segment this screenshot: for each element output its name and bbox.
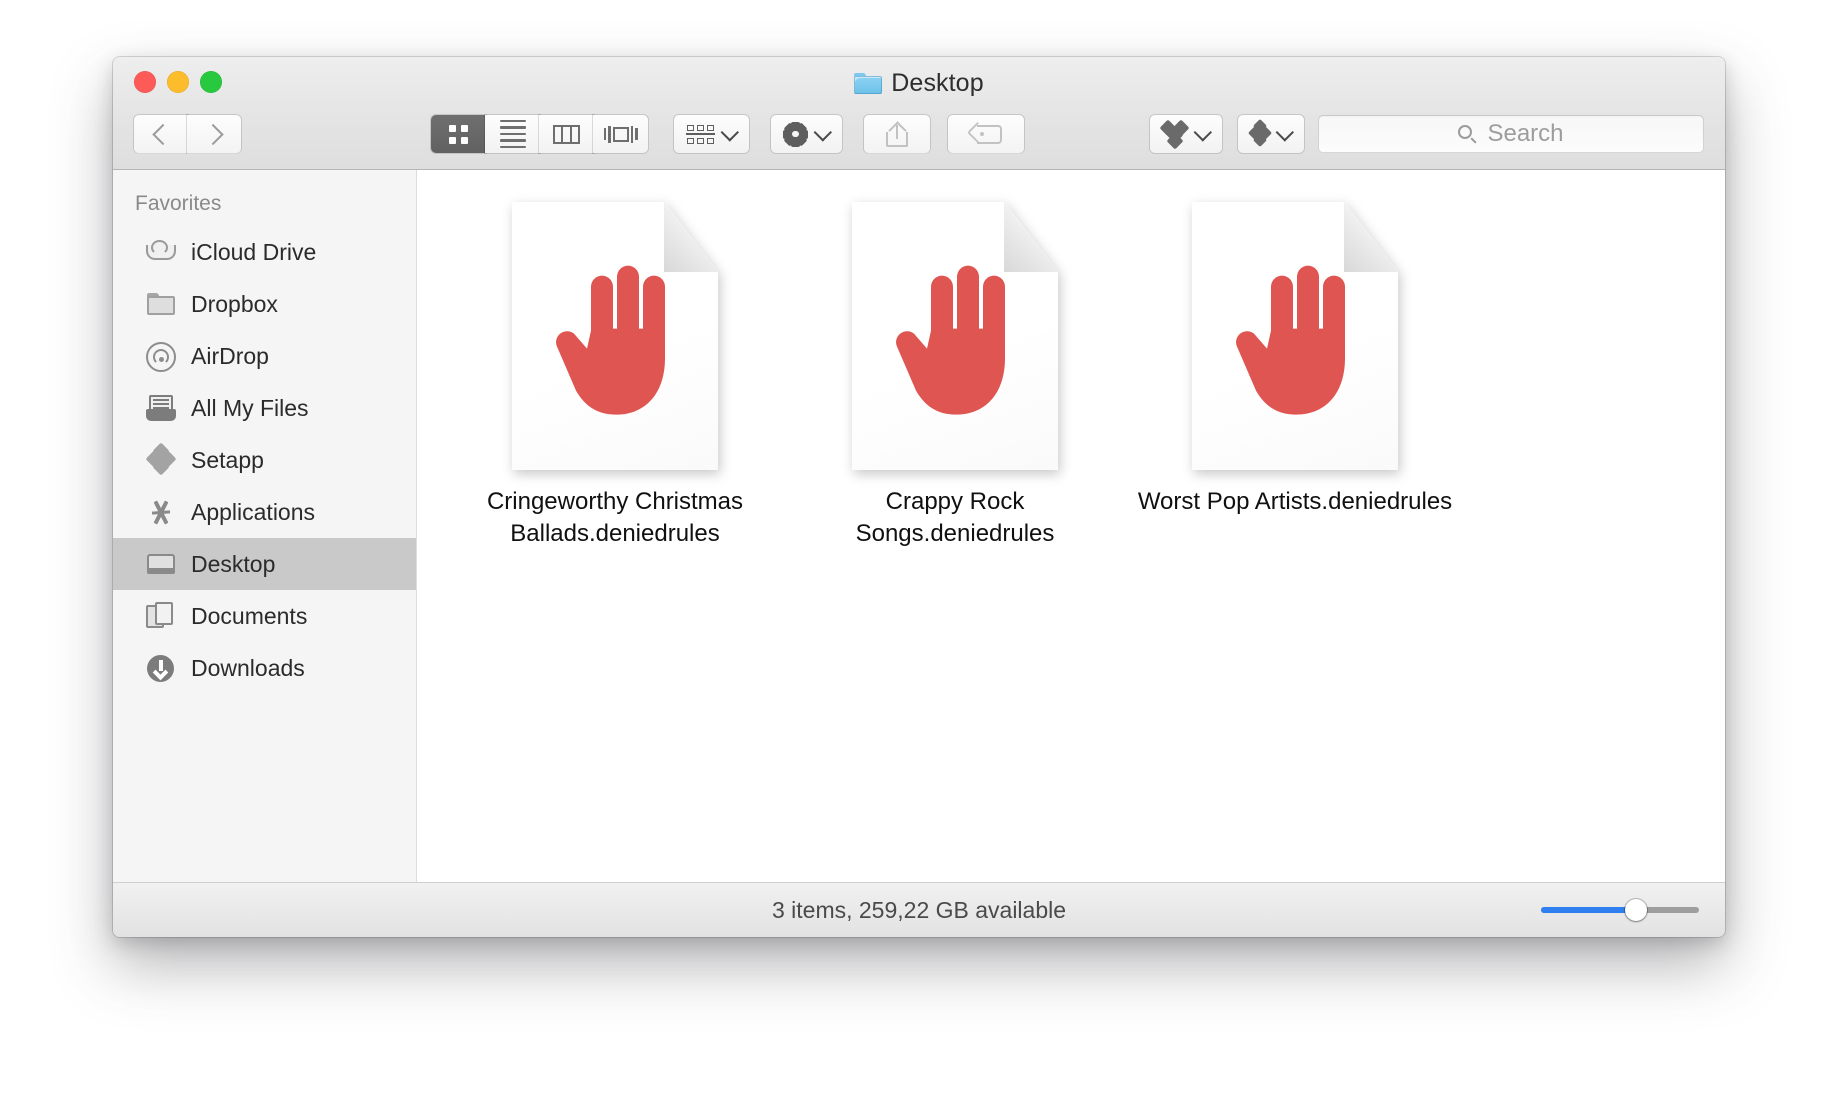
denied-document-icon[interactable] [852,202,1058,470]
tag-icon [966,121,1002,144]
denied-document-icon[interactable] [512,202,718,470]
sidebar-item-desktop[interactable]: Desktop [113,538,416,590]
sidebar-item-dropbox[interactable]: Dropbox [113,278,416,330]
status-text: 3 items, 259,22 GB available [771,896,1067,923]
file-name-label: Cringeworthy Christmas Ballads.deniedrul… [486,488,744,547]
share-button[interactable] [864,115,930,153]
gear-icon [783,121,808,147]
back-button[interactable] [134,115,188,153]
file-name-label: Crappy Rock Songs.deniedrules [855,488,1055,547]
file-item[interactable]: Crappy Rock Songs.deniedrules [785,192,1125,550]
view-mode-column-button[interactable] [539,115,594,153]
icloud-drive-icon [145,236,177,268]
icon-size-slider[interactable] [1541,899,1699,921]
documents-icon [145,600,177,632]
search-input[interactable]: Search [1487,120,1563,148]
sidebar-section-favorites: Favorites [135,192,222,215]
slider-fill [1541,907,1636,913]
forward-button[interactable] [187,115,241,153]
chevron-left-icon [151,123,174,145]
sidebar-item-documents[interactable]: Documents [113,590,416,642]
arrange-button[interactable] [674,115,749,153]
sidebar-item-airdrop[interactable]: AirDrop [113,330,416,382]
column-view-icon [553,124,580,144]
sidebar-item-label: Documents [191,602,308,629]
stop-hand-icon [896,265,1005,415]
stop-hand-icon [1236,265,1345,415]
finder-window: Desktop Search Favorites iCloud Drive Dr… [113,57,1725,937]
minimize-window-button[interactable] [167,71,189,93]
sidebar-item-label: All My Files [191,394,309,421]
window-body: Favorites iCloud Drive Dropbox AirDrop A… [113,170,1725,882]
view-mode-icon-button[interactable] [431,115,486,153]
chevron-down-icon [1275,122,1294,142]
grid-view-icon [449,124,468,144]
file-item[interactable]: Cringeworthy Christmas Ballads.deniedrul… [445,192,785,550]
sidebar-item-label: Desktop [191,550,276,577]
sidebar-item-label: Applications [191,498,316,525]
stop-hand-icon [556,265,665,415]
view-mode-list-button[interactable] [485,115,540,153]
navigation-buttons [134,115,241,153]
denied-document-icon[interactable] [1192,202,1398,470]
file-item[interactable]: Worst Pop Artists.deniedrules [1125,192,1465,550]
sidebar-item-setapp[interactable]: Setapp [113,434,416,486]
downloads-icon [145,652,177,684]
sidebar-item-label: AirDrop [191,342,269,369]
zoom-window-button[interactable] [200,71,222,93]
file-grid: Cringeworthy Christmas Ballads.deniedrul… [417,192,1725,550]
all-my-files-icon [145,392,177,424]
status-bar: 3 items, 259,22 GB available [113,882,1725,937]
desktop-icon [145,548,177,580]
share-icon [886,121,908,147]
chevron-down-icon [813,122,832,142]
dropbox-icon [1159,119,1190,150]
sidebar-item-icloud-drive[interactable]: iCloud Drive [113,226,416,278]
folder-icon [145,288,177,320]
search-icon [1458,124,1477,144]
sidebar-item-label: iCloud Drive [191,238,317,265]
list-view-icon [499,119,526,149]
arrange-icon [686,124,715,144]
sidebar-item-downloads[interactable]: Downloads [113,642,416,694]
window-title-text: Desktop [891,69,984,97]
sidebar-item-label: Dropbox [191,290,278,317]
chevron-down-icon [1193,122,1212,142]
chevron-right-icon [201,123,224,145]
airdrop-icon [145,340,177,372]
setapp-icon [1247,118,1273,148]
setapp-button[interactable] [1238,115,1304,153]
sidebar-item-label: Downloads [191,654,305,681]
view-mode-coverflow-button[interactable] [593,115,648,153]
chevron-down-icon [720,122,739,142]
search-field[interactable]: Search [1318,115,1704,153]
view-mode-segmented-control [431,115,648,153]
window-controls [134,71,222,93]
sidebar: Favorites iCloud Drive Dropbox AirDrop A… [113,170,417,882]
sidebar-item-label: Setapp [191,446,264,473]
toolbar: Search [113,109,1725,159]
coverflow-view-icon [603,125,638,143]
setapp-icon [145,442,177,476]
sidebar-item-all-my-files[interactable]: All My Files [113,382,416,434]
window-title: Desktop [113,69,1725,98]
file-browser-area[interactable]: Cringeworthy Christmas Ballads.deniedrul… [417,170,1725,882]
slider-knob[interactable] [1624,899,1647,921]
close-window-button[interactable] [134,71,156,93]
dropbox-button[interactable] [1150,115,1222,153]
window-titlebar[interactable]: Desktop Search [113,57,1725,170]
tags-button[interactable] [948,115,1024,153]
blue-folder-icon [854,73,883,94]
action-button[interactable] [771,115,842,153]
applications-icon [145,496,177,528]
sidebar-item-applications[interactable]: Applications [113,486,416,538]
file-name-label: Worst Pop Artists.deniedrules [1137,488,1453,515]
